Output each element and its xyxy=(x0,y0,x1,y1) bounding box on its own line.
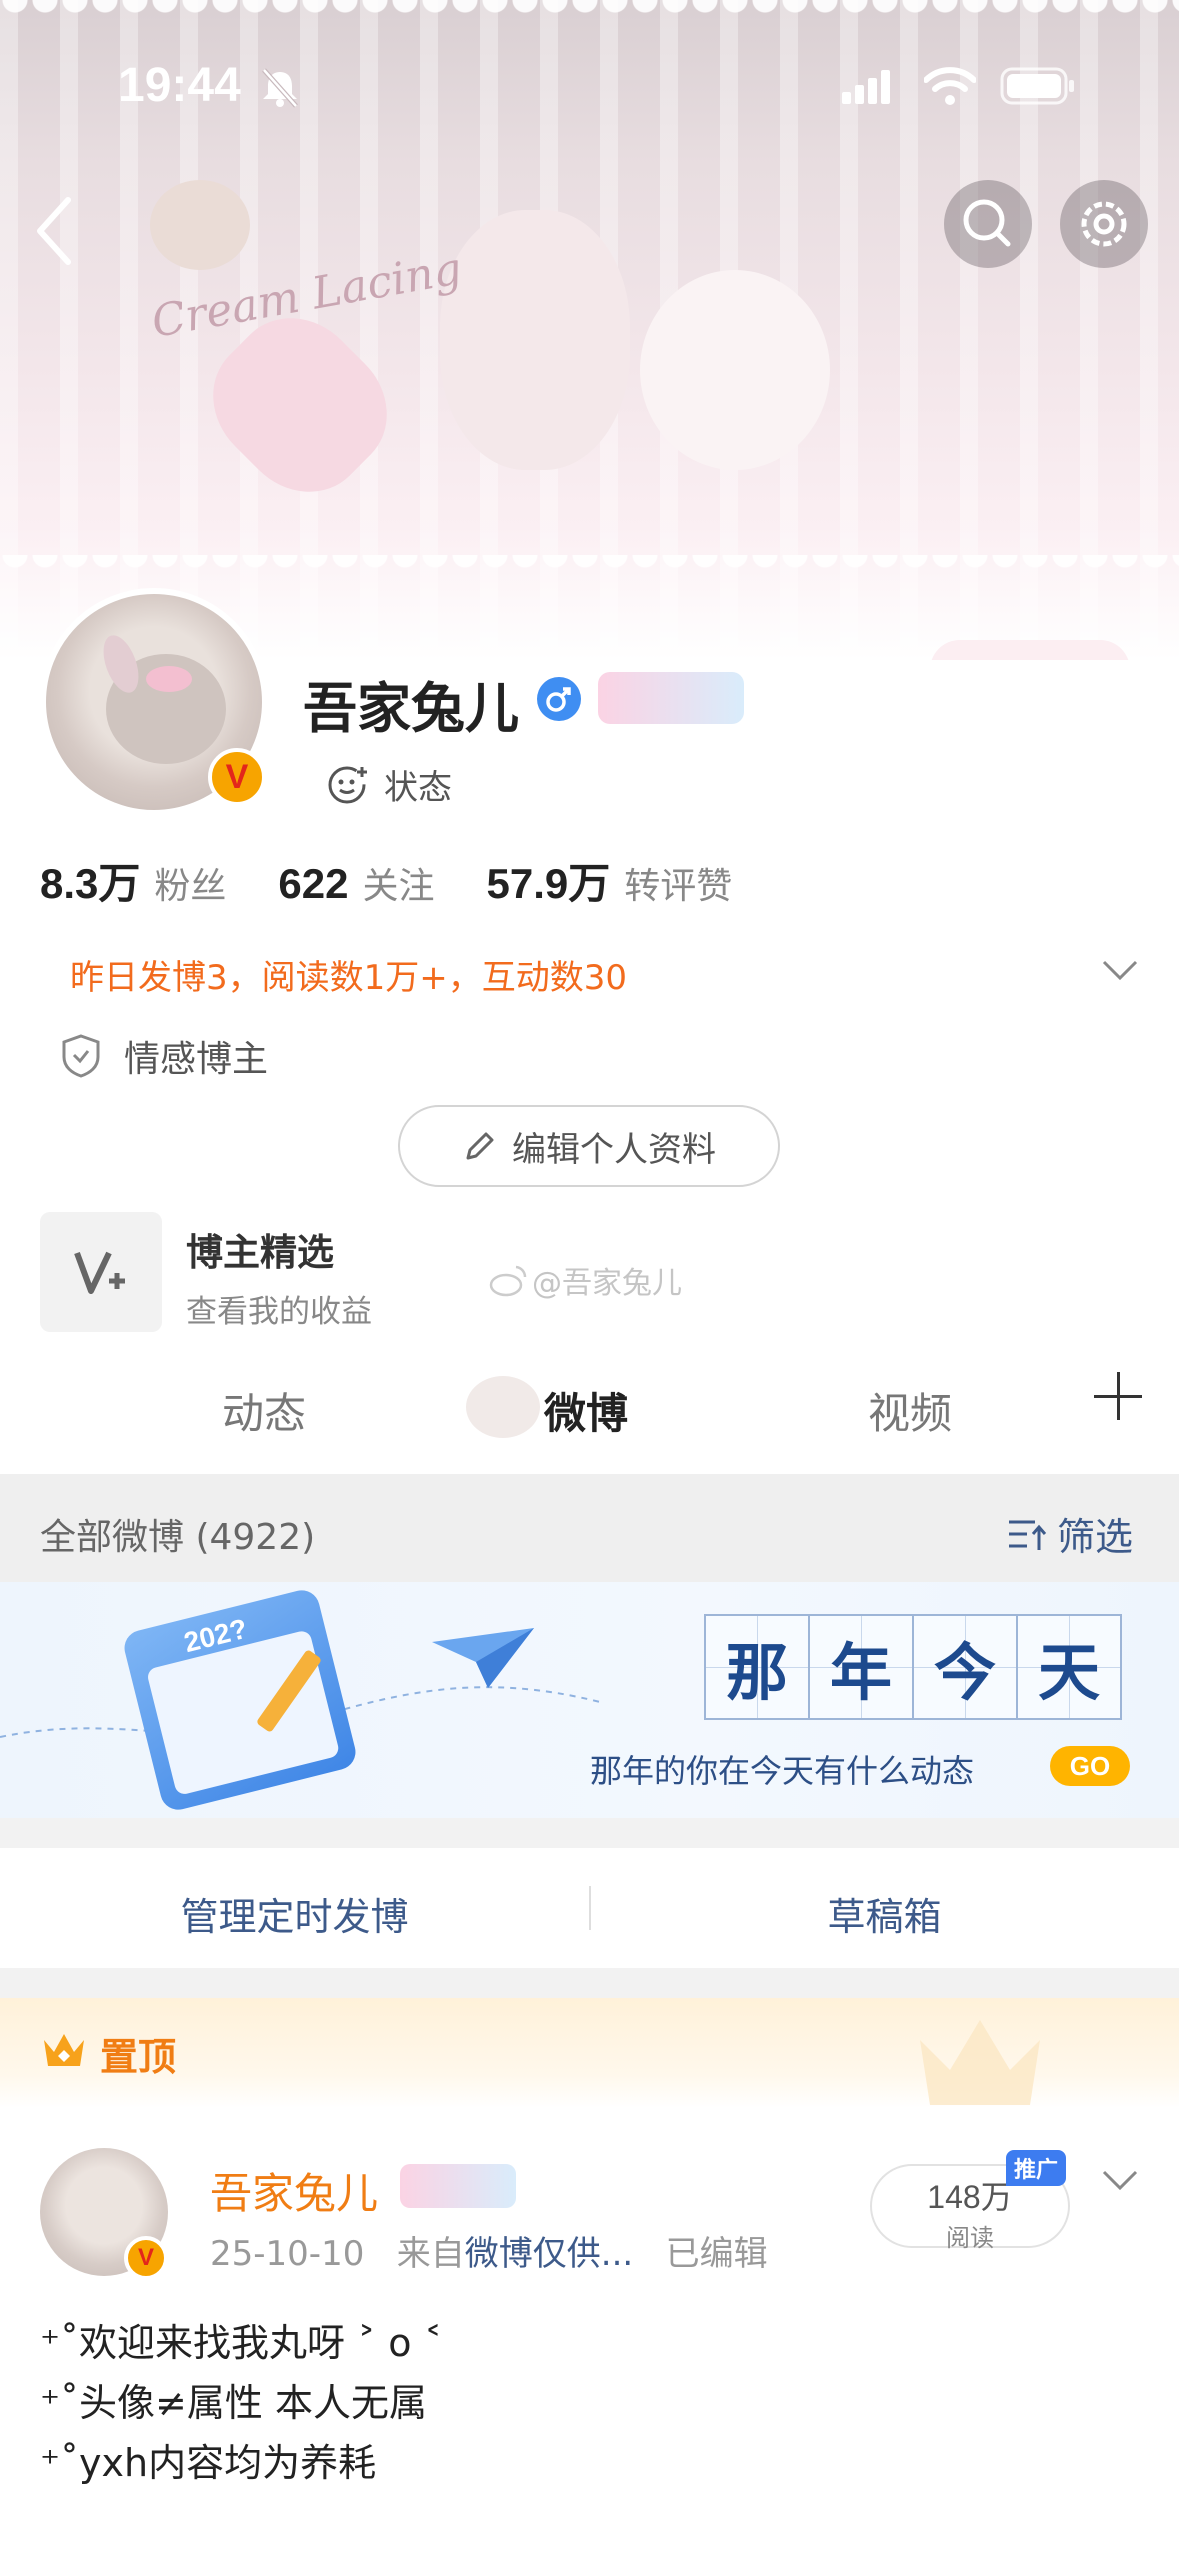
read-count-label: 阅读 xyxy=(946,2224,994,2252)
pinned-label: 置顶 xyxy=(100,2035,177,2079)
silent-bell-icon xyxy=(262,68,298,108)
go-button[interactable]: GO xyxy=(1050,1746,1130,1786)
blogger-tag-label: 情感博主 xyxy=(124,1039,269,1080)
cat-plush-decoration xyxy=(640,270,830,470)
status-button[interactable]: 状态 xyxy=(326,760,452,809)
member-level-badge[interactable] xyxy=(598,672,744,724)
post-member-badge xyxy=(400,2164,516,2208)
tab-video[interactable]: 视频 xyxy=(868,1380,952,1441)
calendar-icon: 202? xyxy=(120,1586,360,1814)
gear-icon xyxy=(1081,201,1127,247)
featured-subtitle[interactable]: 查看我的收益 xyxy=(186,1286,372,1331)
v-plus-icon xyxy=(74,1251,125,1294)
filter-bar: 全部微博 (4922) 筛选 xyxy=(0,1474,1179,1582)
status-time: 19:44 xyxy=(118,59,241,112)
chevron-down-icon[interactable] xyxy=(1100,958,1140,982)
search-button[interactable] xyxy=(944,180,1032,268)
shield-icon xyxy=(62,1034,100,1078)
on-this-day-banner[interactable]: 202? 那 年 今 天 那年的你在今天有什么动态 GO xyxy=(0,1582,1179,1818)
promote-badge[interactable]: 推广 xyxy=(1006,2150,1067,2186)
filter-button[interactable]: 筛选 xyxy=(1005,1506,1133,1561)
bear-plush-decoration xyxy=(150,180,250,270)
post-author-name[interactable]: 吾家兔儿 xyxy=(210,2160,378,2221)
title-char: 年 xyxy=(808,1614,914,1720)
profile-stats: 8.3万 粉丝 622 关注 57.9万 转评赞 xyxy=(40,850,784,911)
profile-cover-image[interactable]: Cream Lacing 19:44 xyxy=(0,0,1179,660)
engagement-count[interactable]: 57.9万 xyxy=(487,850,611,911)
section-gap xyxy=(0,1818,1179,1848)
pencil-icon xyxy=(466,1132,494,1160)
featured-icon-box[interactable] xyxy=(40,1212,162,1332)
post-text-line: ⁺˚头像≠属性 本人无属 xyxy=(40,2381,427,2425)
cake-decoration xyxy=(930,640,1130,660)
lace-border-bottom xyxy=(0,555,1179,585)
featured-title[interactable]: 博主精选 xyxy=(186,1222,334,1276)
edit-profile-button[interactable]: 编辑个人资料 xyxy=(398,1105,780,1187)
all-posts-count[interactable]: 全部微博 (4922) xyxy=(40,1508,315,1560)
engagement-label[interactable]: 转评赞 xyxy=(624,857,732,909)
pinned-header: 置顶 xyxy=(0,1998,1179,2108)
followers-label[interactable]: 粉丝 xyxy=(154,857,226,909)
section-gap xyxy=(0,1968,1179,1998)
weibo-logo-icon xyxy=(489,1265,527,1297)
tab-weibo[interactable]: 微博 xyxy=(544,1380,628,1441)
daily-summary[interactable]: 昨日发博3，阅读数1万+，互动数30 xyxy=(70,950,627,999)
post-date: 25-10-10 xyxy=(210,2234,365,2274)
filter-label: 筛选 xyxy=(1056,1515,1133,1559)
post-verified-badge: V xyxy=(124,2236,168,2280)
post-meta: 25-10-10 来自微博仅供... 已编辑 xyxy=(210,2226,768,2275)
verified-badge: V xyxy=(208,748,266,806)
manage-row: 管理定时发博 草稿箱 xyxy=(0,1848,1179,1968)
search-icon xyxy=(963,199,1011,247)
avatar-bow xyxy=(146,666,192,692)
post-source[interactable]: 微博仅供... xyxy=(465,2234,633,2274)
settings-button[interactable] xyxy=(1060,180,1148,268)
scheduled-posts-button[interactable]: 管理定时发博 xyxy=(0,1886,589,1941)
title-char: 天 xyxy=(1016,1614,1122,1720)
tab-mascot-icon xyxy=(466,1376,540,1438)
following-label[interactable]: 关注 xyxy=(362,857,434,909)
title-char: 那 xyxy=(704,1614,810,1720)
battery-icon xyxy=(1000,67,1074,105)
back-arrow-icon[interactable] xyxy=(34,196,74,266)
status-bar: 19:44 xyxy=(0,0,1179,150)
status-face-icon xyxy=(328,766,367,803)
title-char: 今 xyxy=(912,1614,1018,1720)
on-this-day-subtitle: 那年的你在今天有什么动态 xyxy=(590,1752,975,1790)
male-gender-icon xyxy=(537,677,581,721)
sort-filter-icon xyxy=(1008,1520,1047,1550)
watermark-text: @吾家兔儿 xyxy=(532,1266,682,1301)
drafts-button[interactable]: 草稿箱 xyxy=(590,1886,1179,1941)
post-text-line: ⁺˚欢迎来找我丸呀 ˃ o ˂ xyxy=(40,2321,443,2365)
crown-watermark-icon xyxy=(920,2020,1040,2105)
crown-icon xyxy=(44,2034,84,2066)
paper-plane-icon xyxy=(432,1628,534,1688)
post-text-line: ⁺˚yxh内容均为养耗 xyxy=(40,2441,377,2485)
profile-username: 吾家兔儿 xyxy=(303,677,519,740)
blogger-tag[interactable]: 情感博主 xyxy=(60,1030,268,1082)
edit-profile-label: 编辑个人资料 xyxy=(512,1129,716,1170)
status-label: 状态 xyxy=(384,768,452,808)
wifi-icon xyxy=(924,67,976,105)
add-tab-button[interactable] xyxy=(1092,1370,1144,1422)
on-this-day-title: 那 年 今 天 xyxy=(704,1614,1122,1720)
weibo-watermark: @吾家兔儿 xyxy=(488,1258,682,1302)
post-source-prefix: 来自 xyxy=(396,2234,465,2274)
post-menu-chevron-icon[interactable] xyxy=(1100,2168,1140,2192)
post-edited: 已编辑 xyxy=(665,2234,768,2274)
bunny-plush-decoration xyxy=(440,210,630,470)
tab-feed[interactable]: 动态 xyxy=(222,1380,306,1441)
signal-icon xyxy=(842,70,890,104)
followers-count[interactable]: 8.3万 xyxy=(40,850,140,911)
following-count[interactable]: 622 xyxy=(278,860,348,908)
